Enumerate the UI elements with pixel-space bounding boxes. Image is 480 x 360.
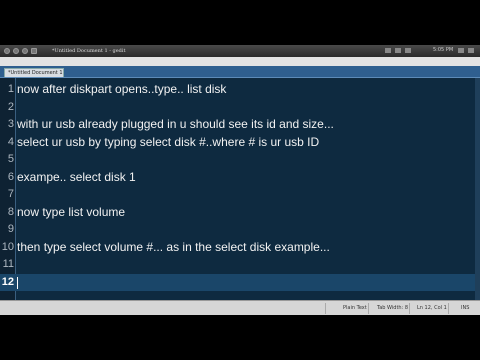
title-bar: *Untitled Document 1 - gedit 5:05 PM: [0, 45, 480, 57]
line-number: 8: [7, 205, 14, 218]
status-separator: [448, 303, 449, 314]
editor-line[interactable]: 7: [0, 186, 475, 204]
line-number: 7: [7, 188, 14, 200]
vertical-scrollbar[interactable]: [475, 78, 480, 300]
insert-mode: INS: [461, 305, 470, 311]
line-number: 11: [2, 258, 14, 270]
cursor-position: Ln 12, Col 1: [417, 305, 447, 311]
maximize-window-icon[interactable]: [22, 48, 28, 54]
status-separator: [409, 303, 410, 314]
editor-line[interactable]: 10 then type select volume #... as in th…: [0, 239, 475, 257]
restore-window-icon[interactable]: [31, 48, 37, 54]
editor-lines: 1 now after diskpart opens..type.. list …: [0, 81, 475, 291]
close-window-icon[interactable]: [4, 48, 10, 54]
tab-label: *Untitled Document 1: [8, 70, 63, 76]
battery-icon[interactable]: [458, 48, 464, 53]
clock[interactable]: 5:05 PM: [433, 47, 453, 53]
line-text: then type select volume #... as in the s…: [17, 239, 330, 254]
editor-line[interactable]: 5: [0, 151, 475, 169]
line-text: select ur usb by typing select disk #..w…: [17, 134, 320, 149]
line-number: 1: [7, 83, 14, 95]
editor-line-current[interactable]: 12: [0, 273, 475, 291]
document-tabs: *Untitled Document 1: [0, 66, 480, 78]
status-bar: Plain Text Tab Width: 8 Ln 12, Col 1 INS: [0, 300, 480, 315]
line-number: 3: [7, 118, 14, 130]
editor-line[interactable]: 4 select ur usb by typing select disk #.…: [0, 134, 475, 152]
line-number: 12: [1, 275, 14, 288]
editor-line[interactable]: 8 now type list volume: [0, 204, 475, 222]
line-number: 5: [7, 153, 14, 165]
line-number: 10: [1, 240, 14, 253]
status-separator: [368, 303, 369, 314]
line-text: now after diskpart opens..type.. list di…: [17, 82, 227, 96]
editor-line[interactable]: 11: [0, 256, 475, 274]
line-text: now type list volume: [17, 204, 126, 219]
power-icon[interactable]: [468, 48, 474, 53]
editor-line[interactable]: 9: [0, 221, 475, 239]
volume-icon[interactable]: [395, 48, 401, 53]
line-number: 9: [7, 223, 14, 235]
status-separator: [325, 303, 326, 314]
language-selector[interactable]: Plain Text: [343, 305, 367, 311]
line-number: 4: [7, 135, 14, 148]
tab-untitled-document-1[interactable]: *Untitled Document 1: [4, 68, 64, 77]
window-title: *Untitled Document 1 - gedit: [52, 48, 126, 54]
gedit-window: *Untitled Document 1 - gedit 5:05 PM *Un…: [0, 45, 480, 315]
line-text: with ur usb already plugged in u should …: [17, 117, 334, 131]
text-editor[interactable]: 1 now after diskpart opens..type.. list …: [0, 78, 480, 300]
mail-icon[interactable]: [405, 48, 411, 53]
editor-line[interactable]: 2: [0, 99, 475, 117]
editor-line[interactable]: 6 exampe.. select disk 1: [0, 169, 475, 187]
line-number: 2: [7, 100, 14, 113]
line-text: exampe.. select disk 1: [17, 169, 136, 184]
line-number: 6: [7, 170, 14, 183]
editor-line[interactable]: 1 now after diskpart opens..type.. list …: [0, 81, 475, 99]
text-cursor: [17, 276, 18, 289]
editor-line[interactable]: 3 with ur usb already plugged in u shoul…: [0, 116, 475, 134]
tab-width-selector[interactable]: Tab Width: 8: [377, 305, 408, 311]
network-icon[interactable]: [385, 48, 391, 53]
minimize-window-icon[interactable]: [13, 48, 19, 54]
